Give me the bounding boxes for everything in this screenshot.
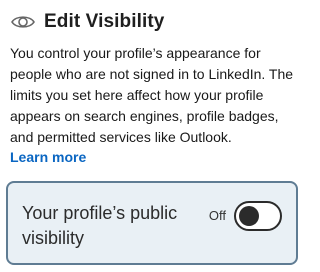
toggle-state-label: Off	[208, 208, 226, 223]
eye-icon	[10, 9, 36, 35]
page-title: Edit Visibility	[44, 11, 165, 32]
visibility-description: You control your profile’s appearance fo…	[10, 45, 294, 145]
public-visibility-switch[interactable]	[234, 201, 282, 231]
edit-visibility-panel: Edit Visibility You control your profile…	[0, 0, 308, 272]
switch-knob	[239, 206, 259, 226]
learn-more-link[interactable]: Learn more	[10, 149, 86, 165]
panel-header: Edit Visibility	[10, 9, 164, 35]
toggle-label: Your profile’s public visibility	[22, 203, 178, 248]
public-visibility-toggle-card[interactable]: Your profile’s public visibility Off	[6, 181, 298, 265]
